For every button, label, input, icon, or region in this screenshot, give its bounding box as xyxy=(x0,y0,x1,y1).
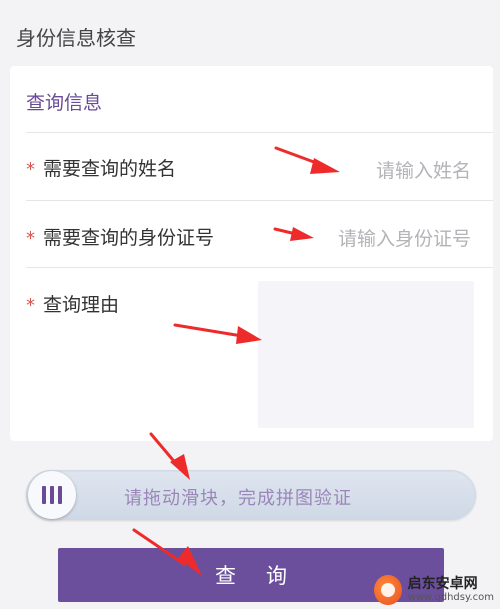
watermark-url: www.qdhdsy.com xyxy=(407,592,494,604)
divider xyxy=(26,200,493,201)
required-mark: * xyxy=(26,159,35,180)
divider xyxy=(26,132,493,133)
reason-textarea[interactable] xyxy=(258,281,474,428)
id-number-field-label: * 需要查询的身份证号 xyxy=(26,227,215,249)
required-mark: * xyxy=(26,295,35,316)
grip-icon xyxy=(42,486,62,504)
watermark-logo-icon xyxy=(374,575,402,605)
section-title: 查询信息 xyxy=(26,92,103,114)
page-title: 身份信息核查 xyxy=(16,26,136,50)
watermark-title: 启东安卓网 xyxy=(407,575,478,592)
captcha-slider-track[interactable]: 请拖动滑块，完成拼图验证 xyxy=(26,470,476,520)
reason-field-label: * 查询理由 xyxy=(26,294,120,316)
divider xyxy=(26,267,493,268)
id-number-input[interactable]: 请输入身份证号 xyxy=(338,224,471,251)
query-form-card: 查询信息 * 需要查询的姓名 请输入姓名 * 需要查询的身份证号 请输入身份证号 *… xyxy=(10,66,493,441)
watermark: 启东安卓网 www.qdhdsy.com xyxy=(374,573,494,607)
slider-instruction: 请拖动滑块，完成拼图验证 xyxy=(124,488,352,509)
required-mark: * xyxy=(26,228,35,249)
name-input[interactable]: 请输入姓名 xyxy=(376,156,471,183)
slider-handle[interactable] xyxy=(28,471,76,519)
name-field-label: * 需要查询的姓名 xyxy=(26,158,177,180)
